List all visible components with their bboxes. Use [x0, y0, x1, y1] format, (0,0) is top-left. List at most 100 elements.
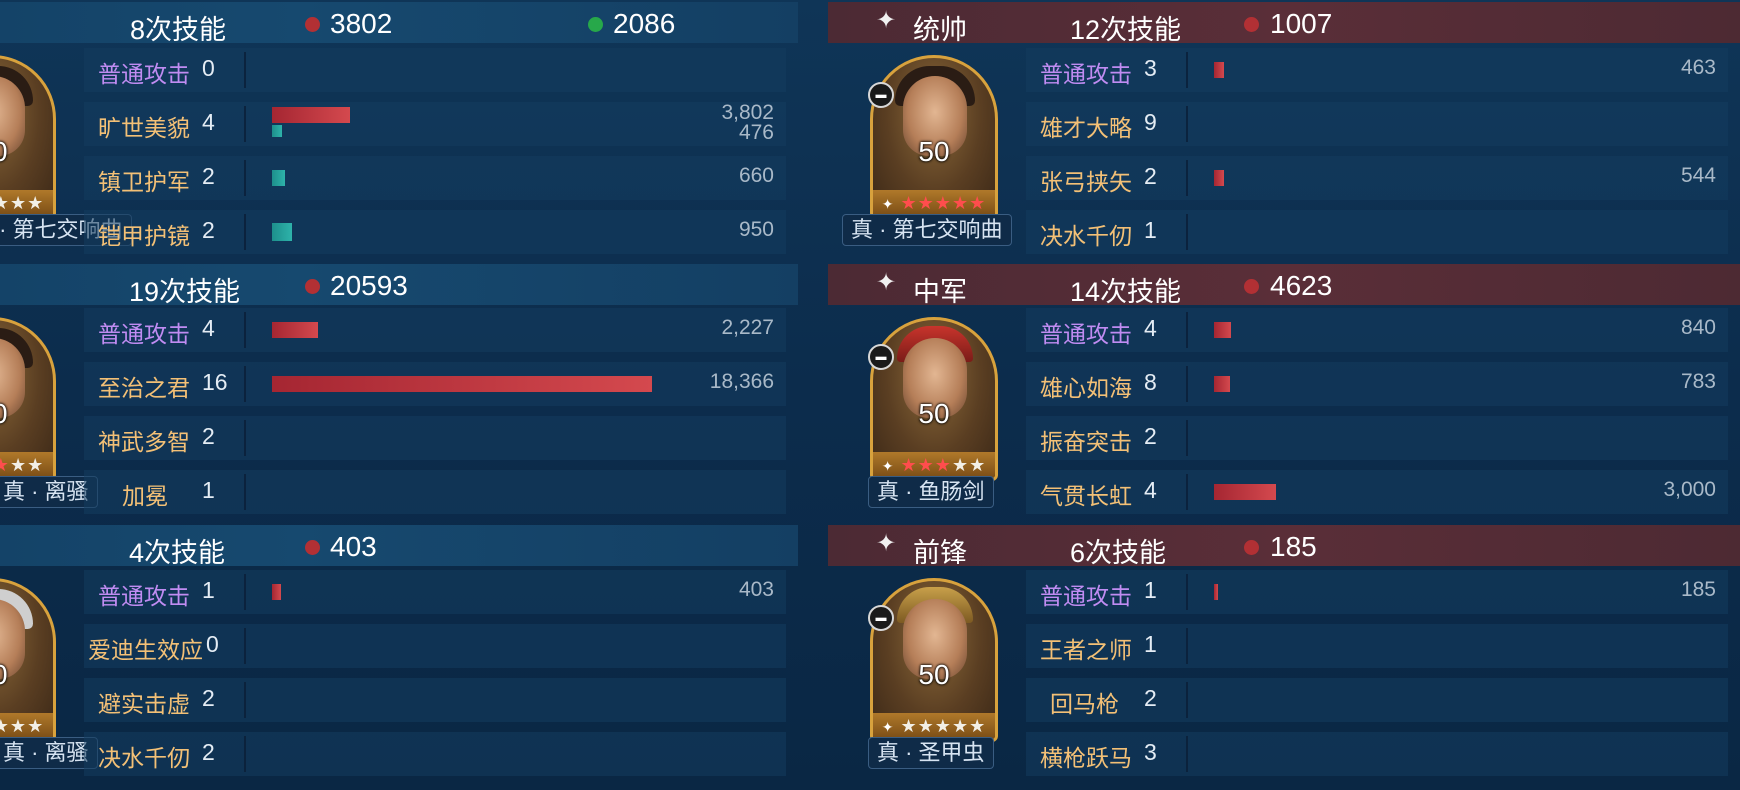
skill-uses: 4 — [1144, 315, 1157, 341]
tank-icon: ▬ — [868, 344, 894, 370]
skill-name: 决水千仞 — [1040, 223, 1132, 249]
skill-name: 王者之师 — [1040, 637, 1132, 663]
damage-dot-icon — [305, 17, 320, 32]
skill-uses: 3 — [1144, 55, 1157, 81]
heal-bar — [272, 170, 285, 186]
skill-uses: 1 — [202, 477, 215, 503]
equipment-tag[interactable]: 真 · 圣甲虫 — [868, 737, 994, 769]
damage-value: 463 — [1680, 56, 1716, 79]
skill-row: 铠甲护镜 2 950 — [84, 210, 786, 254]
skill-name: 铠甲护镜 — [98, 223, 190, 249]
damage-total: 4623 — [1270, 270, 1333, 301]
row-divider — [244, 214, 246, 250]
skill-row: 普通攻击 3 463 — [1026, 48, 1728, 92]
role-label: 统帅 — [913, 15, 967, 45]
row-divider — [244, 574, 246, 610]
skill-name: 振奋突击 — [1040, 429, 1132, 455]
hero-portrait[interactable]: 50 ✦ ★★★★★ — [870, 317, 998, 481]
hero-level: 50 — [918, 136, 950, 167]
left-section-middle: 中军 19次技能 20593 50 ✦ ★★★★★ 真 · 离骚 普通攻击 4 … — [0, 262, 798, 524]
section-header: ✦ 前锋 6次技能 185 — [828, 525, 1740, 568]
skill-name: 雄心如海 — [1040, 375, 1132, 401]
damage-value: 3,000 — [1663, 478, 1716, 501]
skill-uses: 1 — [1144, 577, 1157, 603]
section-header: 统帅 8次技能 3802 2086 — [0, 2, 798, 45]
hero-level: 50 — [918, 398, 950, 429]
hero-portrait[interactable]: 50 ✦ ★★★★★ — [870, 578, 998, 742]
right-team-panel: ✦ 统帅 12次技能 1007 50 ✦ ★★★★★ ▬ 真 · 第七交响曲 普… — [828, 0, 1740, 790]
damage-value: 185 — [1680, 578, 1716, 601]
hero-level: 50 — [0, 398, 53, 430]
section-header: ✦ 统帅 12次技能 1007 — [828, 2, 1740, 45]
hero-portrait[interactable]: 50 ✦ ★★★★★ — [0, 578, 56, 742]
damage-bar — [1214, 62, 1224, 78]
skill-row: 雄才大略 9 — [1026, 102, 1728, 146]
skill-uses: 9 — [1144, 109, 1157, 135]
damage-dot-icon — [1244, 279, 1259, 294]
role-label: 中军 — [913, 277, 967, 307]
skill-row: 气贯长虹 4 3,000 — [1026, 470, 1728, 514]
skill-name: 加冕 — [122, 483, 168, 509]
row-divider — [244, 160, 246, 196]
skill-count: 6次技能 — [1070, 538, 1167, 568]
heal-dot-icon — [588, 17, 603, 32]
skill-count: 14次技能 — [1070, 277, 1182, 307]
skill-name: 回马枪 — [1050, 691, 1119, 717]
section-header: 前锋 4次技能 403 — [0, 525, 798, 568]
equipment-tag[interactable]: 真 · 鱼肠剑 — [868, 476, 994, 508]
damage-dot-icon — [305, 540, 320, 555]
skill-row: 避实击虚 2 — [84, 678, 786, 722]
skill-row: 回马枪 2 — [1026, 678, 1728, 722]
skill-row: 普通攻击 1 403 — [84, 570, 786, 614]
heal-bar — [272, 125, 282, 137]
left-section-vanguard: 前锋 4次技能 403 50 ✦ ★★★★★ 真 · 离骚 普通攻击 1 403… — [0, 523, 798, 785]
skill-name: 普通攻击 — [98, 61, 190, 87]
skill-row: 普通攻击 4 2,227 — [84, 308, 786, 352]
skill-row: 至治之君 16 18,366 — [84, 362, 786, 406]
row-divider — [1186, 312, 1188, 348]
damage-value: 403 — [738, 578, 774, 601]
row-divider — [1186, 52, 1188, 88]
equipment-tag[interactable]: 真 · 离骚 — [0, 476, 98, 508]
skill-row: 决水千仞 2 — [84, 732, 786, 776]
row-divider — [244, 736, 246, 772]
hero-level: 50 — [0, 659, 53, 691]
hero-portrait[interactable]: 50 ✦ ★★★★★ — [870, 55, 998, 219]
damage-value: 840 — [1680, 316, 1716, 339]
skill-count: 12次技能 — [1070, 15, 1182, 45]
role-label: 前锋 — [913, 538, 967, 568]
skill-row: 王者之师 1 — [1026, 624, 1728, 668]
damage-dot-icon — [1244, 540, 1259, 555]
row-divider — [1186, 736, 1188, 772]
damage-bar — [272, 107, 350, 123]
equipment-tag[interactable]: 真 · 第七交响曲 — [842, 214, 1012, 246]
equipment-tag[interactable]: 真 · 离骚 — [0, 737, 98, 769]
section-header: ✦ 中军 14次技能 4623 — [828, 264, 1740, 307]
row-divider — [244, 628, 246, 664]
skill-count: 19次技能 — [129, 277, 241, 307]
damage-bar — [272, 376, 652, 392]
damage-total: 20593 — [330, 270, 408, 301]
damage-bar — [1214, 170, 1224, 186]
damage-dot-icon — [1244, 17, 1259, 32]
skill-uses: 8 — [1144, 369, 1157, 395]
hero-level: 50 — [918, 659, 950, 690]
skill-row: 普通攻击 0 — [84, 48, 786, 92]
skill-name: 普通攻击 — [1040, 61, 1132, 87]
skill-uses: 0 — [206, 631, 219, 657]
row-divider — [1186, 420, 1188, 456]
skill-uses: 2 — [1144, 423, 1157, 449]
damage-value: 2,227 — [721, 316, 774, 339]
damage-bar — [1214, 322, 1231, 338]
hero-portrait[interactable]: 50 ✦ ★★★★★ — [0, 55, 56, 219]
row-divider — [1186, 682, 1188, 718]
battle-report-screen: 统帅 8次技能 3802 2086 50 ✦ ★★★★★ 真 · 第七交响曲 普… — [0, 0, 1740, 790]
sparkle-icon: ✦ — [876, 7, 897, 34]
hero-portrait[interactable]: 50 ✦ ★★★★★ — [0, 317, 56, 481]
damage-value: 544 — [1680, 164, 1716, 187]
right-section-vanguard: ✦ 前锋 6次技能 185 50 ✦ ★★★★★ ▬ 真 · 圣甲虫 普通攻击 … — [828, 523, 1740, 785]
skill-name: 爱迪生效应 — [88, 637, 203, 663]
right-section-middle: ✦ 中军 14次技能 4623 50 ✦ ★★★★★ ▬ 真 · 鱼肠剑 普通攻… — [828, 262, 1740, 524]
star-rating: ✦ ★★★★★ — [873, 713, 995, 739]
damage-bar — [1214, 484, 1276, 500]
